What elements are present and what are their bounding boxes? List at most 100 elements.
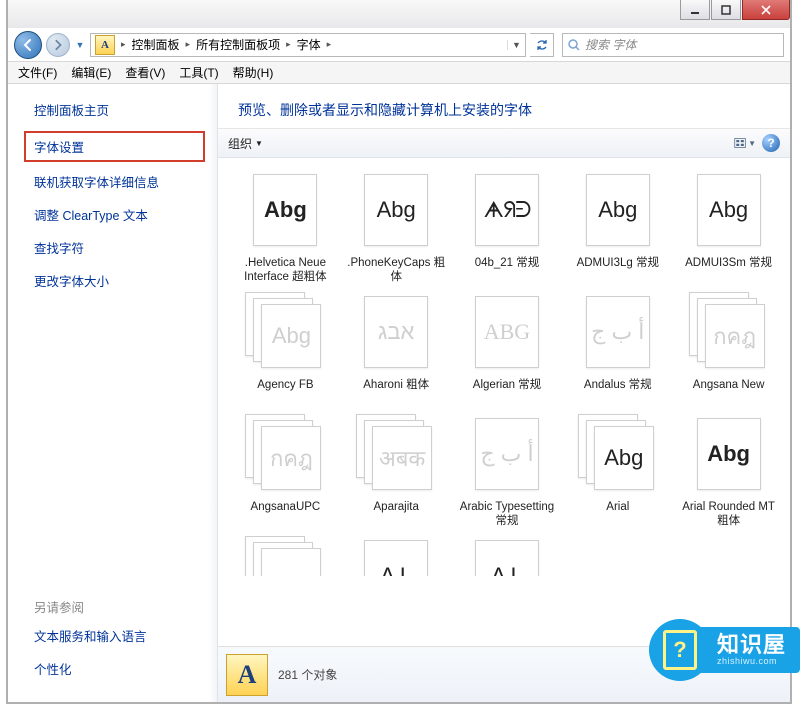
see-also-header: 另请参阅 [34, 597, 205, 616]
window-titlebar [8, 0, 790, 28]
font-label: ADMUI3Sm 常规 [685, 256, 772, 286]
font-item[interactable] [230, 534, 341, 580]
sidebar-link-cleartype[interactable]: 调整 ClearType 文本 [34, 205, 205, 224]
font-preview-icon: A L [465, 534, 549, 576]
font-item[interactable]: ABGAlgerian 常规 [452, 290, 563, 408]
font-label: Arial [606, 500, 629, 530]
menu-view[interactable]: 查看(V) [119, 62, 171, 83]
chevron-right-icon: ▸ [284, 39, 293, 50]
font-label: .Helvetica Neue Interface 超粗体 [235, 256, 335, 286]
refresh-button[interactable] [530, 33, 554, 57]
chevron-right-icon: ▸ [184, 39, 193, 50]
font-preview-icon: Abg [576, 168, 660, 252]
font-preview-icon: กคฎ [687, 290, 771, 374]
badge-title: 知识屋 [717, 633, 786, 657]
address-bar[interactable]: A ▸ 控制面板 ▸ 所有控制面板项 ▸ 字体 ▸ ▼ [90, 33, 526, 57]
font-item[interactable]: ᗗᖆᕭ 04b_21 常规 [452, 168, 563, 286]
breadcrumb-item[interactable]: 所有控制面板项 [192, 36, 284, 53]
font-preview-icon: ABG [465, 290, 549, 374]
content-pane: 预览、删除或者显示和隐藏计算机上安装的字体 组织 ▼ ▼ ? Abg .Helve… [218, 84, 790, 702]
font-preview-icon: Abg [243, 168, 327, 252]
font-label: 04b_21 常规 [475, 256, 540, 286]
font-item[interactable]: Abg Arial Rounded MT 粗体 [673, 412, 784, 530]
font-label: Agency FB [257, 378, 313, 408]
font-preview-icon: Abg [576, 412, 660, 496]
font-label: Aparajita [374, 500, 419, 530]
font-item[interactable]: Abg Arial [562, 412, 673, 530]
page-title: 预览、删除或者显示和隐藏计算机上安装的字体 [218, 84, 790, 128]
font-preview-icon: أ ب ج [465, 412, 549, 496]
font-label: ADMUI3Lg 常规 [577, 256, 659, 286]
sidebar-link-online-info[interactable]: 联机获取字体详细信息 [34, 172, 205, 191]
menu-file[interactable]: 文件(F) [12, 62, 63, 83]
sidebar-see-also-text-services[interactable]: 文本服务和输入语言 [34, 626, 205, 645]
forward-button[interactable] [46, 33, 70, 57]
search-placeholder: 搜索 字体 [585, 36, 636, 53]
font-label: Arabic Typesetting 常规 [457, 500, 557, 530]
font-preview-icon: Abg [243, 290, 327, 374]
font-preview-icon: Abg [354, 168, 438, 252]
font-preview-icon: אבג [354, 290, 438, 374]
minimize-button[interactable] [680, 0, 710, 20]
font-item[interactable]: AbgADMUI3Sm 常规 [673, 168, 784, 286]
font-label: .PhoneKeyCaps 粗体 [346, 256, 446, 286]
font-item[interactable]: Abg ADMUI3Lg 常规 [562, 168, 673, 286]
sidebar-link-font-settings[interactable]: 字体设置 [24, 131, 205, 162]
sidebar: 控制面板主页 字体设置 联机获取字体详细信息 调整 ClearType 文本 查… [8, 84, 218, 702]
font-preview-icon: ᗗᖆᕭ [465, 168, 549, 252]
font-preview-icon [243, 534, 327, 576]
font-item[interactable]: กคฎ AngsanaUPC [230, 412, 341, 530]
font-item[interactable]: Abg .Helvetica Neue Interface 超粗体 [230, 168, 341, 286]
font-item[interactable]: अबक Aparajita [341, 412, 452, 530]
font-grid: Abg .Helvetica Neue Interface 超粗体 Abg .Phon… [218, 158, 790, 580]
chevron-right-icon: ▸ [325, 39, 334, 50]
font-label: Aharoni 粗体 [363, 378, 429, 408]
menu-tools[interactable]: 工具(T) [173, 62, 224, 83]
sidebar-see-also-personalize[interactable]: 个性化 [34, 659, 205, 678]
sidebar-link-font-size[interactable]: 更改字体大小 [34, 271, 205, 290]
font-preview-icon: Abg [687, 412, 771, 496]
font-preview-icon: A L [354, 534, 438, 576]
font-preview-icon: أ ب ج [576, 290, 660, 374]
font-item[interactable]: Abg Agency FB [230, 290, 341, 408]
folder-fonts-icon: A [226, 654, 268, 696]
font-preview-icon: अबक [354, 412, 438, 496]
font-label: AngsanaUPC [251, 500, 321, 530]
font-label: Andalus 常规 [584, 378, 652, 408]
toolbar: 组织 ▼ ▼ ? [218, 128, 790, 158]
search-icon [567, 38, 581, 52]
font-item[interactable]: أ ب ج Andalus 常规 [562, 290, 673, 408]
chevron-right-icon: ▸ [119, 39, 128, 50]
font-label: Arial Rounded MT 粗体 [679, 500, 779, 530]
font-item[interactable]: أ ب ج Arabic Typesetting 常规 [452, 412, 563, 530]
menu-help[interactable]: 帮助(H) [227, 62, 280, 83]
font-item[interactable]: Abg .PhoneKeyCaps 粗体 [341, 168, 452, 286]
font-item[interactable]: A L [341, 534, 452, 580]
view-options-button[interactable]: ▼ [734, 132, 756, 154]
font-item[interactable]: אבג Aharoni 粗体 [341, 290, 452, 408]
address-dropdown[interactable]: ▼ [507, 40, 525, 50]
watermark-badge: ? 知识屋 zhishiwu.com [649, 618, 800, 682]
breadcrumb-item[interactable]: 控制面板 [128, 36, 184, 53]
sidebar-link-find-char[interactable]: 查找字符 [34, 238, 205, 257]
breadcrumb-item[interactable]: 字体 [293, 36, 325, 53]
organize-label: 组织 [228, 135, 252, 152]
sidebar-home-link[interactable]: 控制面板主页 [34, 100, 205, 119]
maximize-button[interactable] [711, 0, 741, 20]
organize-button[interactable]: 组织 ▼ [228, 135, 263, 152]
menu-edit[interactable]: 编辑(E) [65, 62, 117, 83]
nav-history-dropdown[interactable]: ▼ [74, 40, 86, 50]
font-item[interactable]: A L [452, 534, 563, 580]
search-input[interactable]: 搜索 字体 [562, 33, 784, 57]
back-button[interactable] [14, 31, 42, 59]
menu-bar: 文件(F) 编辑(E) 查看(V) 工具(T) 帮助(H) [8, 62, 790, 84]
font-preview-icon: กคฎ [243, 412, 327, 496]
font-item[interactable]: กคฎAngsana New [673, 290, 784, 408]
status-count: 281 个对象 [278, 666, 337, 683]
badge-subtitle: zhishiwu.com [717, 657, 786, 667]
question-icon: ? [663, 630, 697, 670]
chevron-down-icon: ▼ [255, 139, 263, 148]
close-button[interactable] [742, 0, 790, 20]
help-button[interactable]: ? [762, 134, 780, 152]
navigation-bar: ▼ A ▸ 控制面板 ▸ 所有控制面板项 ▸ 字体 ▸ ▼ 搜索 字体 [8, 28, 790, 62]
